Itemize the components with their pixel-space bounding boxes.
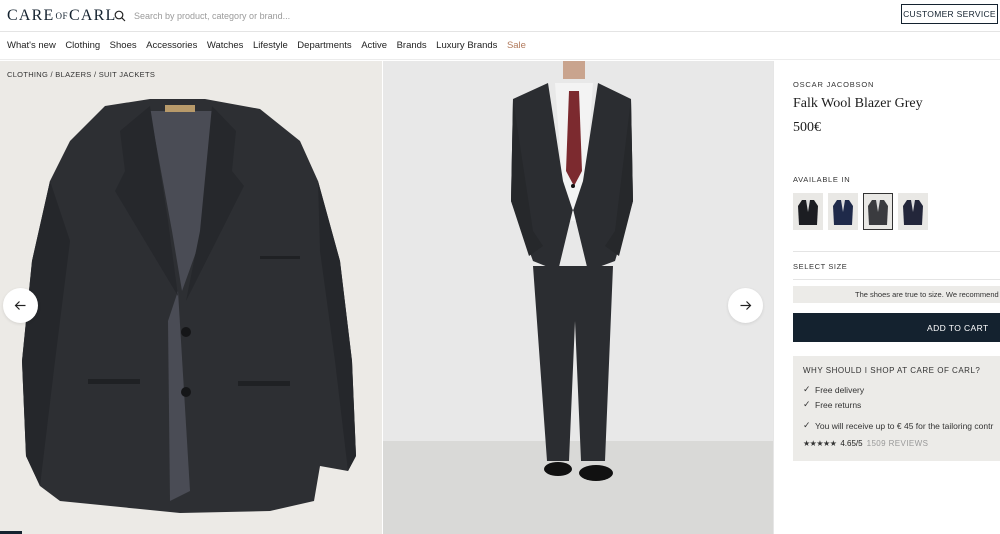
search-bar[interactable]: [114, 7, 534, 24]
nav-sale[interactable]: Sale: [507, 40, 526, 51]
product-brand[interactable]: OSCAR JACOBSON: [793, 80, 874, 89]
benefit-text[interactable]: You will receive up to € 45 for the tail…: [815, 421, 993, 431]
arrow-left-icon: [14, 301, 26, 310]
nav-clothing[interactable]: Clothing: [65, 40, 100, 51]
swatch-black[interactable]: [793, 193, 823, 230]
main-nav: What's new Clothing Shoes Accessories Wa…: [0, 32, 1000, 60]
prev-image-button[interactable]: [3, 288, 38, 323]
check-icon: ✓: [803, 399, 811, 409]
model-illustration: [511, 61, 633, 481]
benefit-text: Free delivery: [815, 384, 865, 395]
color-swatches: [793, 193, 928, 230]
check-icon: ✓: [803, 384, 811, 394]
check-icon: ✓: [803, 420, 811, 430]
divider: [793, 251, 1000, 252]
swatch-grey-jacket: [868, 199, 888, 225]
product-gallery: CLOTHING / BLAZERS / SUIT JACKETS: [0, 61, 773, 534]
product-image-flatlay: CLOTHING / BLAZERS / SUIT JACKETS: [0, 61, 382, 534]
arrow-right-icon: [740, 301, 752, 310]
nav-watches[interactable]: Watches: [207, 40, 244, 51]
product-price: 500€: [793, 120, 821, 135]
breadcrumb[interactable]: CLOTHING / BLAZERS / SUIT JACKETS: [7, 70, 155, 79]
why-shop-title: WHY SHOULD I SHOP AT CARE OF CARL?: [803, 366, 981, 375]
product-title: Falk Wool Blazer Grey: [793, 96, 923, 111]
size-note-banner: The shoes are true to size. We recommend…: [793, 286, 1000, 303]
product-image-model: [383, 61, 773, 534]
site-logo[interactable]: CAREOFCARL: [7, 7, 116, 25]
available-in-label: AVAILABLE IN: [793, 175, 851, 184]
rating-value: 4.65/5: [840, 439, 863, 448]
search-input[interactable]: [132, 9, 516, 22]
store-rating[interactable]: ★★★★★ 4.65/5 1509 REVIEWS: [803, 439, 1000, 448]
benefit-text: Free returns: [815, 399, 862, 410]
swatch-navy[interactable]: [828, 193, 858, 230]
nav-brands[interactable]: Brands: [397, 40, 427, 51]
swatch-grey-selected[interactable]: [863, 193, 893, 230]
logo-text-right: CARL: [69, 7, 117, 24]
reviews-count[interactable]: 1509 REVIEWS: [867, 439, 929, 448]
star-rating-icon: ★★★★★: [803, 439, 837, 448]
site-header: CAREOFCARL CUSTOMER SERVICE: [0, 0, 1000, 32]
select-size-button[interactable]: SELECT SIZE: [793, 262, 847, 271]
nav-departments[interactable]: Departments: [297, 40, 351, 51]
why-shop-box: WHY SHOULD I SHOP AT CARE OF CARL? ✓ Free…: [793, 356, 1000, 461]
search-icon[interactable]: [114, 10, 126, 22]
nav-luxury-brands[interactable]: Luxury Brands: [436, 40, 497, 51]
nav-lifestyle[interactable]: Lifestyle: [253, 40, 288, 51]
swatch-black-jacket: [798, 199, 818, 225]
add-to-cart-button[interactable]: ADD TO CART: [793, 313, 1000, 342]
swatch-dark-navy[interactable]: [898, 193, 928, 230]
swatch-navy-jacket: [833, 199, 853, 225]
swatch-dark-navy-jacket: [903, 199, 923, 225]
logo-text-of: OF: [55, 11, 68, 21]
nav-whats-new[interactable]: What's new: [7, 40, 56, 51]
divider: [793, 279, 1000, 280]
logo-text-left: CARE: [7, 7, 55, 24]
benefit-tailoring: ✓ You will receive up to € 45 for the tai…: [803, 418, 1000, 433]
nav-accessories[interactable]: Accessories: [146, 40, 197, 51]
next-image-button[interactable]: [728, 288, 763, 323]
nav-shoes[interactable]: Shoes: [110, 40, 137, 51]
blazer-illustration: [22, 99, 356, 513]
benefit-free-delivery: ✓ Free delivery: [803, 382, 1000, 397]
product-info-panel: OSCAR JACOBSON Falk Wool Blazer Grey 500…: [773, 61, 1000, 534]
benefit-free-returns: ✓ Free returns: [803, 397, 1000, 412]
customer-service-button[interactable]: CUSTOMER SERVICE: [901, 4, 998, 24]
nav-active[interactable]: Active: [361, 40, 387, 51]
